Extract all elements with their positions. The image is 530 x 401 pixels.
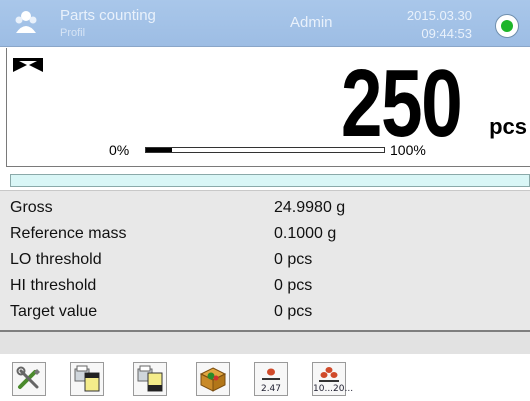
info-panel: Gross 24.9980 g Reference mass 0.1000 g … (0, 190, 530, 331)
info-value: 0.1000 g (274, 225, 337, 242)
tools-button[interactable] (12, 362, 46, 396)
stability-marker-icon (13, 58, 43, 72)
package-icon (199, 367, 227, 392)
users-icon[interactable] (10, 7, 42, 39)
date-display: 2015.03.30 (406, 8, 472, 23)
info-label: LO threshold (10, 251, 102, 268)
set-reference-quantity-button[interactable]: 10...20... (312, 362, 354, 396)
tools-icon (16, 366, 40, 389)
printout-footer-button[interactable] (133, 362, 167, 396)
info-value: 0 pcs (274, 303, 313, 320)
weighing-unit[interactable]: pcs (489, 114, 527, 140)
info-row-reference-mass: Reference mass 0.1000 g (0, 221, 530, 247)
piece-mass-button[interactable]: 2.47 (254, 362, 288, 396)
info-row-lo-threshold: LO threshold 0 pcs (0, 247, 530, 273)
header-bar: Parts counting Profil Admin 2015.03.30 0… (0, 0, 530, 47)
printer-header-icon (74, 365, 100, 392)
mode-subtitle: Profil (60, 27, 86, 39)
user-name[interactable]: Admin (290, 14, 333, 31)
weighing-panel: 250 pcs 0% 100% (6, 48, 530, 167)
device-screen: Parts counting Profil Admin 2015.03.30 0… (0, 0, 530, 401)
mode-title: Parts counting (60, 7, 156, 24)
info-row-gross: Gross 24.9980 g (0, 195, 530, 221)
info-value: 0 pcs (274, 251, 313, 268)
info-label: Reference mass (10, 225, 127, 242)
info-label: HI threshold (10, 277, 97, 294)
spacer-bar (0, 332, 530, 354)
quantity-range-label: 10...20... (313, 384, 354, 394)
printout-header-button[interactable] (70, 362, 104, 396)
bargraph-max-label: 100% (390, 142, 426, 158)
status-indicator-icon[interactable] (495, 14, 519, 38)
weighing-result: 250 (340, 50, 463, 157)
products-button[interactable] (196, 362, 230, 396)
bargraph-fill (146, 148, 173, 152)
info-label: Target value (10, 303, 98, 320)
bargraph-min-label: 0% (109, 142, 130, 158)
piece-mass-value: 2.47 (260, 384, 282, 394)
info-row-target-value: Target value 0 pcs (0, 299, 530, 325)
info-strip (10, 174, 530, 187)
info-value: 24.9980 g (274, 199, 346, 216)
function-toolbar: 2.47 10...20... (0, 354, 530, 401)
bargraph (145, 147, 385, 153)
time-display: 09:44:53 (421, 26, 472, 41)
info-value: 0 pcs (274, 277, 313, 294)
info-row-hi-threshold: HI threshold 0 pcs (0, 273, 530, 299)
info-label: Gross (10, 199, 53, 216)
printer-footer-icon (137, 365, 163, 392)
